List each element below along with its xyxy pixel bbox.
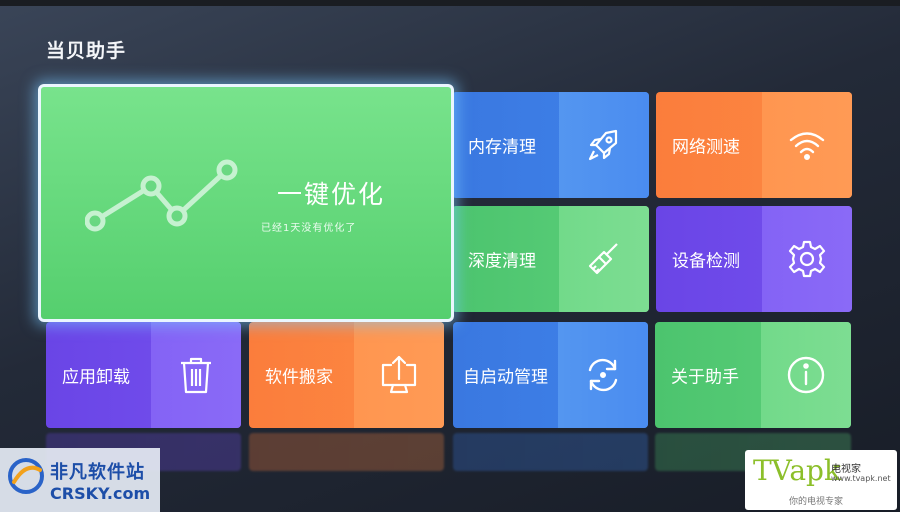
tile-label: 软件搬家 [265, 367, 333, 388]
tile-reflection [453, 433, 648, 471]
tile-network-speed[interactable]: 网络测速 [656, 92, 852, 198]
watermark-text: 非凡软件站 [50, 462, 145, 483]
tile-label: 自启动管理 [463, 367, 548, 388]
tile-label: 内存清理 [468, 137, 536, 158]
swirl-logo-icon [8, 458, 44, 494]
trend-line-icon [85, 159, 238, 232]
tile-reflection [249, 433, 444, 471]
tile-app-uninstall[interactable]: 应用卸载 [46, 322, 241, 428]
broom-icon [559, 206, 649, 312]
tile-autostart-manage[interactable]: 自启动管理 [453, 322, 648, 428]
tile-label: 深度清理 [468, 251, 536, 272]
watermark-url: CRSKY.com [50, 484, 151, 503]
one-click-optimize-tile[interactable]: 一键优化 已经1天没有优化了 [38, 84, 454, 322]
tvapk-logo: TVapk [753, 454, 841, 487]
watermark-name: 电视家 [831, 464, 861, 475]
tile-app-move[interactable]: 软件搬家 [249, 322, 444, 428]
tile-label: 关于助手 [671, 367, 739, 388]
tile-device-check[interactable]: 设备检测 [656, 206, 852, 312]
wifi-icon [762, 92, 852, 198]
top-bar [0, 0, 900, 6]
refresh-icon [558, 322, 648, 428]
export-icon [354, 322, 444, 428]
featured-subtitle: 已经1天没有优化了 [261, 223, 357, 234]
tile-label: 设备检测 [672, 251, 740, 272]
trash-icon [151, 322, 241, 428]
featured-title: 一键优化 [277, 180, 386, 209]
tvapk-watermark: TVapk 电视家 www.tvapk.net 你的电视专家 [745, 450, 897, 510]
tile-label: 网络测速 [672, 137, 740, 158]
watermark-url: www.tvapk.net [831, 474, 891, 483]
crsky-watermark: 非凡软件站 CRSKY.com [0, 448, 160, 512]
info-icon [761, 322, 851, 428]
tile-deep-clean[interactable]: 深度清理 [452, 206, 649, 312]
tile-about[interactable]: 关于助手 [655, 322, 851, 428]
tile-memory-clean[interactable]: 内存清理 [452, 92, 649, 198]
app-title: 当贝助手 [46, 40, 127, 62]
watermark-slogan: 你的电视专家 [789, 497, 844, 507]
rocket-icon [559, 92, 649, 198]
tile-label: 应用卸载 [62, 367, 130, 388]
gear-icon [762, 206, 852, 312]
